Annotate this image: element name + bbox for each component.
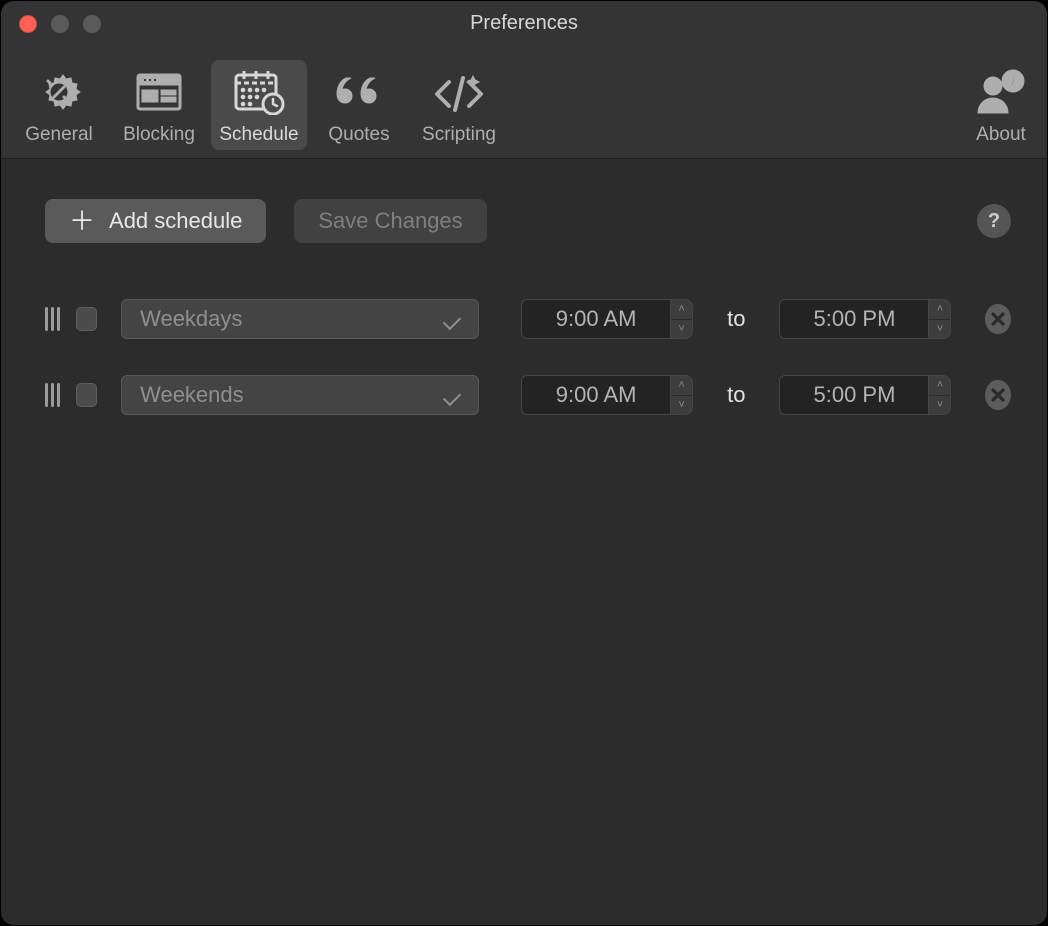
tab-label: Schedule bbox=[219, 124, 298, 146]
chevron-up-icon[interactable]: ˄ bbox=[671, 300, 692, 320]
tab-quotes[interactable]: Quotes bbox=[311, 60, 407, 150]
quotes-icon bbox=[329, 66, 389, 118]
to-label: to bbox=[727, 306, 745, 332]
tab-label: Quotes bbox=[328, 124, 389, 146]
close-icon bbox=[990, 387, 1006, 403]
tab-blocking[interactable]: Blocking bbox=[111, 60, 207, 150]
help-icon: ? bbox=[988, 210, 1000, 233]
gear-icon bbox=[29, 66, 89, 118]
preferences-window: Preferences General Blocking bbox=[0, 0, 1048, 926]
select-value: Weekdays bbox=[140, 306, 242, 332]
time-value: 5:00 PM bbox=[813, 382, 895, 408]
schedule-pane: ＋ Add schedule Save Changes ? Weekdays 9… bbox=[1, 159, 1047, 471]
tab-schedule[interactable]: Schedule bbox=[211, 60, 307, 150]
delete-row-button[interactable] bbox=[985, 304, 1011, 334]
button-label: Add schedule bbox=[109, 208, 242, 234]
close-icon bbox=[990, 311, 1006, 327]
start-time-group: 9:00 AM ˄ ˅ bbox=[521, 375, 693, 415]
start-time-stepper[interactable]: ˄ ˅ bbox=[671, 299, 693, 339]
tab-scripting[interactable]: Scripting bbox=[411, 60, 507, 150]
end-time-group: 5:00 PM ˄ ˅ bbox=[779, 299, 951, 339]
time-value: 9:00 AM bbox=[556, 306, 637, 332]
end-time-stepper[interactable]: ˄ ˅ bbox=[929, 375, 951, 415]
start-time-input[interactable]: 9:00 AM bbox=[521, 299, 671, 339]
enable-checkbox[interactable] bbox=[76, 307, 97, 331]
action-row: ＋ Add schedule Save Changes ? bbox=[45, 199, 1011, 243]
add-schedule-button[interactable]: ＋ Add schedule bbox=[45, 199, 266, 243]
drag-handle-icon[interactable] bbox=[45, 383, 60, 407]
window-controls bbox=[19, 15, 101, 33]
zoom-window-button[interactable] bbox=[83, 15, 101, 33]
enable-checkbox[interactable] bbox=[76, 383, 97, 407]
end-time-group: 5:00 PM ˄ ˅ bbox=[779, 375, 951, 415]
window-title: Preferences bbox=[470, 12, 578, 35]
tab-about[interactable]: i About bbox=[965, 60, 1037, 150]
chevron-down-icon[interactable]: ˅ bbox=[671, 320, 692, 339]
dayset-select[interactable]: Weekdays bbox=[121, 299, 479, 339]
button-label: Save Changes bbox=[318, 208, 462, 234]
calendar-clock-icon bbox=[229, 66, 289, 118]
end-time-input[interactable]: 5:00 PM bbox=[779, 299, 929, 339]
close-window-button[interactable] bbox=[19, 15, 37, 33]
chevron-down-icon[interactable]: ˅ bbox=[929, 320, 950, 339]
select-value: Weekends bbox=[140, 382, 244, 408]
chevron-down-icon[interactable]: ˅ bbox=[929, 396, 950, 415]
dayset-select[interactable]: Weekends bbox=[121, 375, 479, 415]
minimize-window-button[interactable] bbox=[51, 15, 69, 33]
end-time-input[interactable]: 5:00 PM bbox=[779, 375, 929, 415]
schedule-row: Weekdays 9:00 AM ˄ ˅ to 5:00 PM ˄ ˅ bbox=[45, 299, 1011, 339]
chevron-up-icon[interactable]: ˄ bbox=[671, 376, 692, 396]
start-time-stepper[interactable]: ˄ ˅ bbox=[671, 375, 693, 415]
delete-row-button[interactable] bbox=[985, 380, 1011, 410]
preferences-toolbar: General Blocking Schedule Quotes bbox=[1, 45, 1047, 159]
chevron-down-icon[interactable]: ˅ bbox=[671, 396, 692, 415]
save-changes-button[interactable]: Save Changes bbox=[294, 199, 486, 243]
tab-label: Blocking bbox=[123, 124, 195, 146]
tab-label: General bbox=[25, 124, 93, 146]
svg-text:i: i bbox=[1011, 74, 1015, 90]
window-layout-icon bbox=[129, 66, 189, 118]
start-time-group: 9:00 AM ˄ ˅ bbox=[521, 299, 693, 339]
chevron-up-icon[interactable]: ˄ bbox=[929, 300, 950, 320]
titlebar: Preferences bbox=[1, 1, 1047, 45]
schedule-row: Weekends 9:00 AM ˄ ˅ to 5:00 PM ˄ ˅ bbox=[45, 375, 1011, 415]
end-time-stepper[interactable]: ˄ ˅ bbox=[929, 299, 951, 339]
tab-label: About bbox=[976, 124, 1026, 146]
person-info-icon: i bbox=[971, 66, 1031, 118]
code-icon bbox=[429, 66, 489, 118]
time-value: 5:00 PM bbox=[813, 306, 895, 332]
start-time-input[interactable]: 9:00 AM bbox=[521, 375, 671, 415]
tab-general[interactable]: General bbox=[11, 60, 107, 150]
time-value: 9:00 AM bbox=[556, 382, 637, 408]
tab-label: Scripting bbox=[422, 124, 496, 146]
help-button[interactable]: ? bbox=[977, 204, 1011, 238]
drag-handle-icon[interactable] bbox=[45, 307, 60, 331]
to-label: to bbox=[727, 382, 745, 408]
chevron-up-icon[interactable]: ˄ bbox=[929, 376, 950, 396]
